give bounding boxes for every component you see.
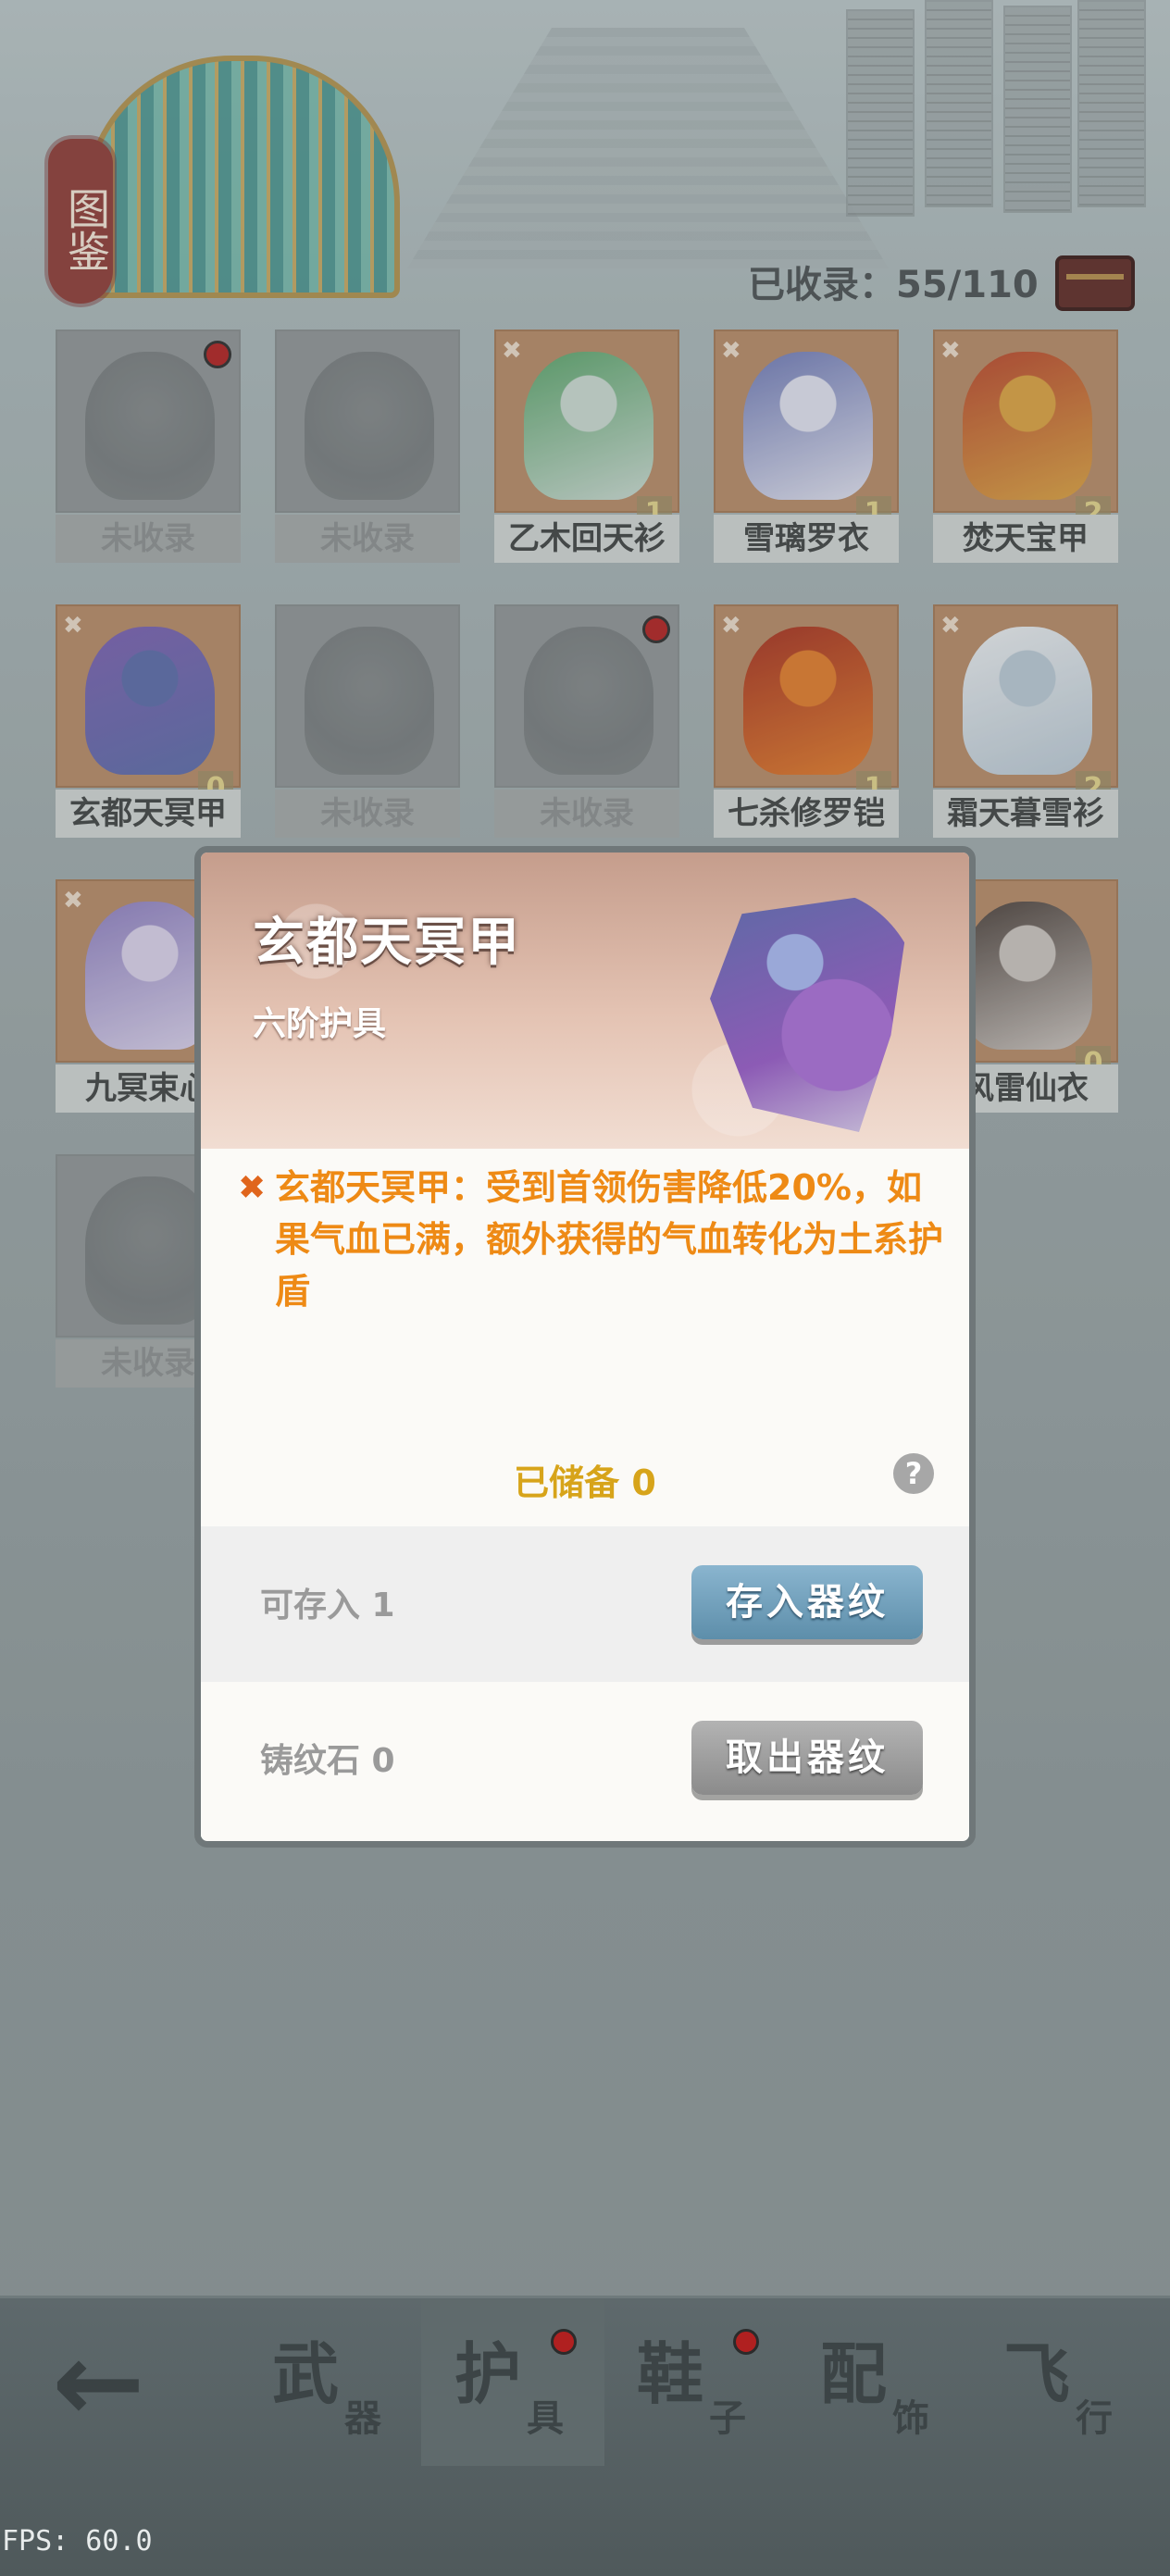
tab-weapon[interactable]: 武 器 [239, 2299, 422, 2466]
modal-subtitle: 六阶护具 [253, 1005, 387, 1043]
deposit-button[interactable]: 存入器纹 [691, 1565, 923, 1639]
deposit-label: 可存入 1 [260, 1587, 395, 1624]
rune-icon: ✖ [238, 1169, 267, 1207]
tab-shoes[interactable]: 鞋 子 [604, 2299, 787, 2466]
armor-illustration [710, 890, 913, 1132]
stored-count: 已储备 0 [514, 1462, 656, 1503]
notification-dot [733, 2329, 759, 2355]
withdraw-row: 铸纹石 0 取出器纹 [201, 1682, 969, 1837]
tab-flying[interactable]: 飞 行 [970, 2299, 1153, 2466]
withdraw-button[interactable]: 取出器纹 [691, 1721, 923, 1795]
fps-counter: FPS: 60.0 [2, 2525, 153, 2557]
deposit-row: 可存入 1 存入器纹 [201, 1526, 969, 1682]
equipment-detail-modal: 玄都天冥甲 六阶护具 ✖ 玄都天冥甲：受到首领伤害降低20%，如果气血已满，额外… [194, 846, 976, 1848]
tab-accessory[interactable]: 配 饰 [787, 2299, 970, 2466]
back-arrow-icon[interactable]: ← [52, 2328, 181, 2439]
help-icon[interactable]: ? [893, 1453, 934, 1494]
tab-armor[interactable]: 护 具 [421, 2299, 604, 2466]
modal-header: 玄都天冥甲 六阶护具 [201, 852, 969, 1149]
notification-dot [551, 2329, 577, 2355]
equipment-description: 玄都天冥甲：受到首领伤害降低20%，如果气血已满，额外获得的气血转化为土系护盾 [275, 1167, 944, 1312]
stone-label: 铸纹石 0 [260, 1742, 395, 1780]
modal-title: 玄都天冥甲 [253, 913, 521, 973]
